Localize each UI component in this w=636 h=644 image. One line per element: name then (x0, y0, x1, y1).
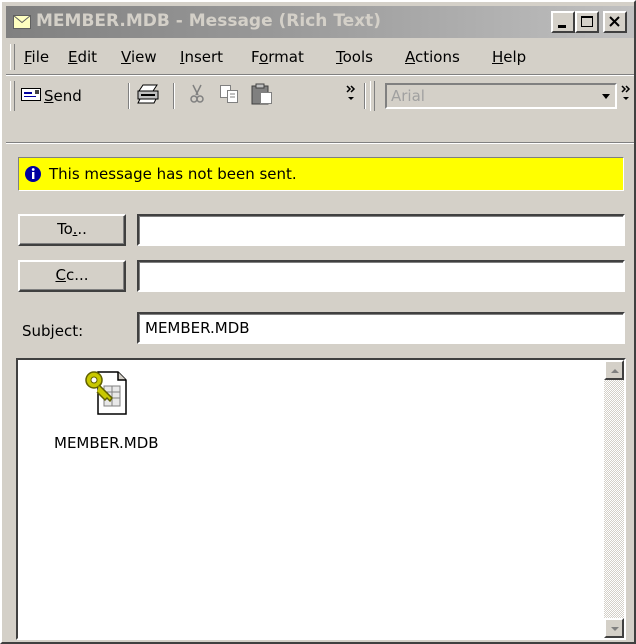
menubar-grip[interactable] (10, 44, 15, 70)
maximize-icon (581, 16, 593, 27)
cut-icon (186, 83, 208, 109)
menu-actions[interactable]: Actions (405, 48, 460, 66)
vertical-scrollbar[interactable] (604, 360, 624, 638)
toolbar-grip[interactable] (10, 81, 15, 111)
subject-label: Subject: (22, 322, 84, 340)
close-icon (609, 16, 620, 27)
formatting-toolbar-grip[interactable] (370, 81, 375, 111)
info-message: This message has not been sent. (49, 165, 297, 183)
toolbar-overflow-chevron[interactable] (345, 80, 357, 108)
arrow-up-icon (611, 369, 619, 373)
print-icon (137, 83, 161, 109)
toolbar-separator (173, 83, 175, 109)
send-label: Send (44, 87, 82, 105)
print-button[interactable] (137, 82, 161, 110)
menu-tools[interactable]: Tools (336, 48, 373, 66)
title-bar[interactable]: MEMBER.MDB - Message (Rich Text) (6, 6, 634, 38)
arrow-down-icon (611, 627, 619, 631)
message-window: MEMBER.MDB - Message (Rich Text) File Ed… (0, 0, 636, 644)
cc-button[interactable]: Cc... (18, 260, 126, 292)
scroll-down-button[interactable] (604, 618, 624, 638)
info-bar: This message has not been sent. (18, 157, 624, 191)
send-button[interactable]: Send (20, 82, 82, 110)
font-name-value: Arial (391, 87, 425, 105)
access-database-icon[interactable] (84, 368, 128, 422)
maximize-button[interactable] (575, 11, 599, 33)
menu-file[interactable]: File (24, 48, 49, 66)
menu-bar: File Edit View Insert Format Tools Actio… (6, 42, 634, 72)
menu-format[interactable]: Format (251, 48, 304, 66)
message-body[interactable]: MEMBER.MDB (16, 358, 626, 640)
formatting-overflow-chevron[interactable] (620, 80, 632, 108)
menu-view[interactable]: View (121, 48, 157, 66)
chevron-down-icon[interactable] (601, 93, 611, 101)
cc-field[interactable] (137, 260, 625, 292)
cut-button[interactable] (186, 82, 208, 110)
scroll-up-button[interactable] (604, 360, 624, 380)
standard-toolbar: Send Arial (6, 78, 634, 114)
copy-button[interactable] (218, 82, 242, 110)
to-field[interactable] (137, 214, 625, 246)
minimize-icon (558, 25, 566, 28)
toolbar-separator (364, 83, 366, 109)
toolbar-header-divider (6, 142, 634, 144)
close-button[interactable] (603, 11, 627, 33)
paste-icon (250, 82, 276, 110)
menu-insert[interactable]: Insert (180, 48, 223, 66)
paste-button[interactable] (250, 82, 276, 110)
envelope-send-icon (20, 86, 42, 106)
subject-field[interactable]: MEMBER.MDB (137, 312, 625, 344)
chevron-double-right-icon (621, 85, 631, 100)
minimize-button[interactable] (551, 11, 575, 33)
to-button[interactable]: To... (18, 214, 126, 246)
toolbar-separator (128, 83, 130, 109)
envelope-icon (13, 15, 31, 33)
attachment-name[interactable]: MEMBER.MDB (54, 434, 159, 452)
menu-toolbar-divider (6, 74, 634, 76)
window-title: MEMBER.MDB - Message (Rich Text) (36, 11, 382, 31)
font-name-combo[interactable]: Arial (385, 83, 617, 109)
info-icon (24, 165, 42, 187)
copy-icon (218, 83, 242, 109)
menu-edit[interactable]: Edit (68, 48, 97, 66)
chevron-double-right-icon (346, 85, 356, 100)
menu-help[interactable]: Help (492, 48, 526, 66)
